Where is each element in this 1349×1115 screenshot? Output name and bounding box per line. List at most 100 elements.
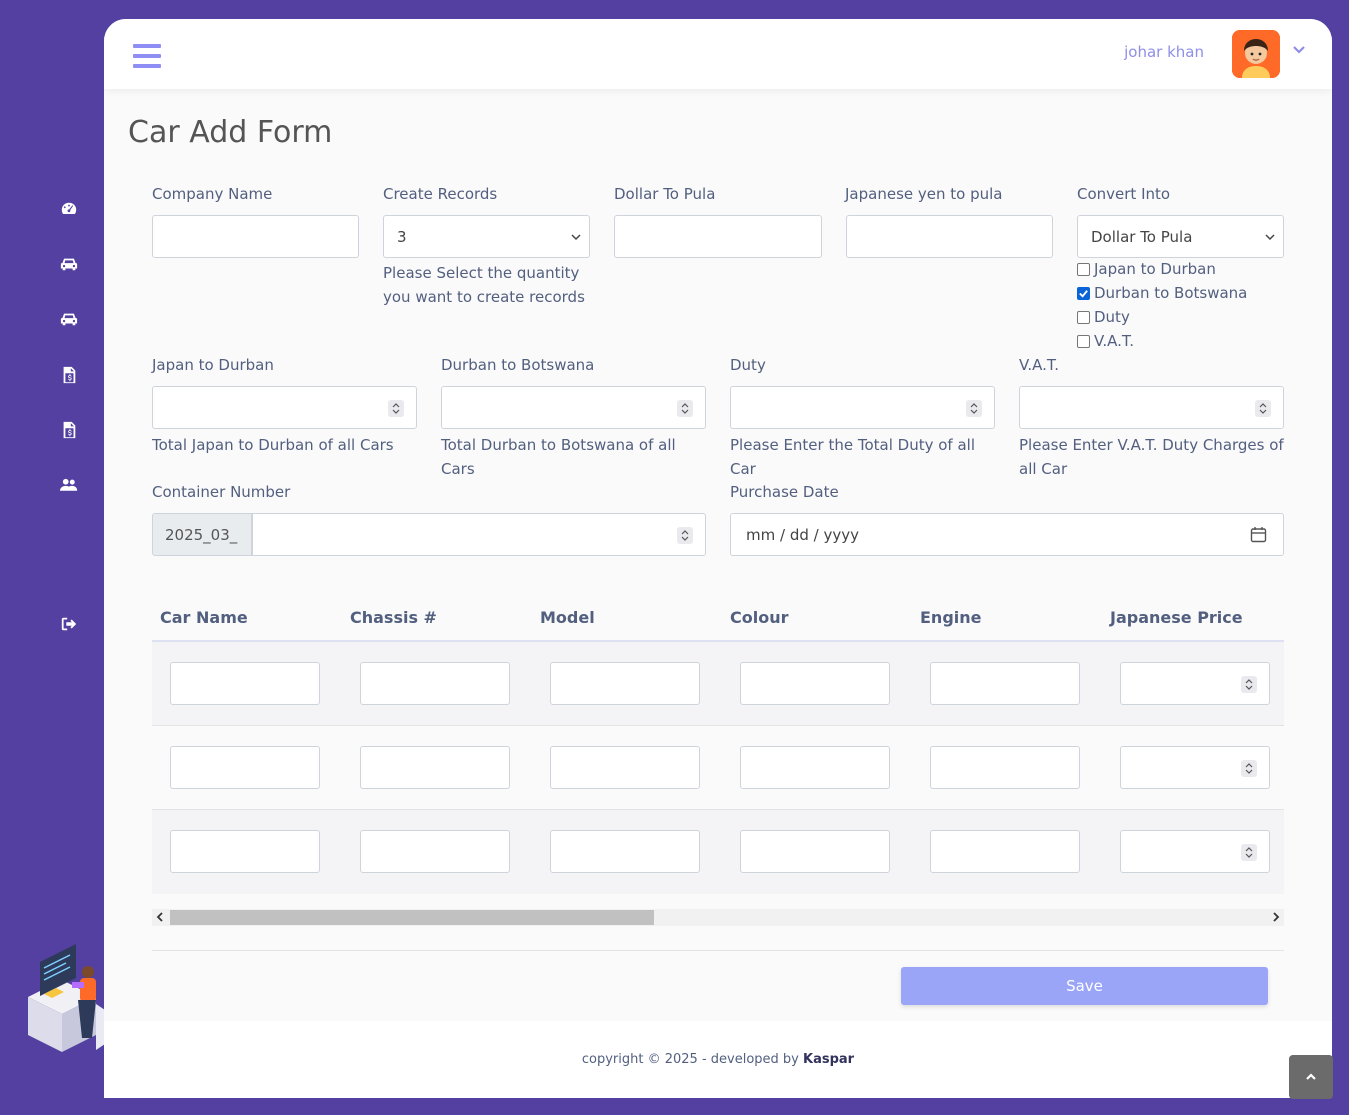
- create-records-help: Please Select the quantity you want to c…: [383, 264, 585, 306]
- developer-illustration: [28, 944, 108, 1052]
- japan-to-durban-input[interactable]: [152, 386, 417, 429]
- create-records-select[interactable]: 3: [383, 215, 590, 258]
- durban-to-botswana-input[interactable]: [441, 386, 706, 429]
- engine-input[interactable]: [930, 662, 1080, 705]
- durban-to-botswana-help: Total Durban to Botswana of all Cars: [441, 436, 676, 478]
- car-icon[interactable]: [58, 308, 80, 330]
- table-row: [152, 810, 1284, 894]
- create-records-label: Create Records: [383, 185, 498, 203]
- engine-input[interactable]: [930, 830, 1080, 873]
- car-name-input[interactable]: [170, 746, 320, 789]
- scroll-right-icon[interactable]: [1271, 912, 1281, 922]
- colour-input[interactable]: [740, 830, 890, 873]
- logout-icon[interactable]: [58, 613, 80, 635]
- durban-to-botswana-label: Durban to Botswana: [441, 356, 595, 374]
- yen-to-pula-input[interactable]: [846, 215, 1053, 258]
- checkbox-checked[interactable]: [1077, 286, 1090, 300]
- chassis-input[interactable]: [360, 662, 510, 705]
- save-button[interactable]: Save: [901, 967, 1268, 1005]
- scrollbar-thumb[interactable]: [170, 910, 654, 925]
- invoice-icon[interactable]: [58, 419, 80, 441]
- checkbox[interactable]: [1077, 310, 1090, 324]
- duty-input[interactable]: [730, 386, 995, 429]
- sidebar: [0, 0, 108, 1115]
- option-japan-to-durban[interactable]: Japan to Durban: [1077, 260, 1216, 278]
- calendar-icon[interactable]: [1250, 526, 1267, 543]
- car-name-input[interactable]: [170, 830, 320, 873]
- option-vat[interactable]: V.A.T.: [1077, 332, 1134, 350]
- spinner-icon[interactable]: [388, 400, 404, 417]
- footer: copyright © 2025 - developed by Kaspar: [104, 1021, 1332, 1098]
- chevron-down-icon: [1265, 234, 1275, 241]
- option-label: V.A.T.: [1094, 332, 1135, 350]
- column-engine: Engine: [920, 608, 982, 627]
- japanese-price-input[interactable]: [1120, 830, 1270, 873]
- japanese-price-input[interactable]: [1120, 662, 1270, 705]
- spinner-icon[interactable]: [677, 400, 693, 417]
- scroll-to-top-button[interactable]: [1289, 1055, 1333, 1099]
- purchase-date-label: Purchase Date: [730, 483, 839, 501]
- duty-help: Please Enter the Total Duty of all Car: [730, 436, 975, 478]
- copyright-text: copyright © 2025 - developed by Kaspar: [104, 1052, 1332, 1067]
- invoice-icon[interactable]: [58, 364, 80, 386]
- scroll-left-icon[interactable]: [155, 912, 165, 922]
- user-name[interactable]: johar khan: [1124, 43, 1204, 61]
- colour-input[interactable]: [740, 746, 890, 789]
- vat-input[interactable]: [1019, 386, 1284, 429]
- checkbox[interactable]: [1077, 262, 1090, 276]
- convert-into-label: Convert Into: [1077, 185, 1171, 203]
- column-colour: Colour: [730, 608, 789, 627]
- convert-into-select[interactable]: Dollar To Pula: [1077, 215, 1284, 258]
- brand-link[interactable]: Kaspar: [803, 1052, 854, 1067]
- option-duty[interactable]: Duty: [1077, 308, 1130, 326]
- company-name-input[interactable]: [152, 215, 359, 258]
- chassis-input[interactable]: [360, 830, 510, 873]
- main-panel: johar khan Car Add Form Company Name Cre…: [104, 19, 1332, 1098]
- option-label: Durban to Botswana: [1094, 284, 1248, 302]
- create-records-value: 3: [397, 228, 407, 246]
- option-label: Duty: [1094, 308, 1130, 326]
- column-car-name: Car Name: [160, 608, 248, 627]
- spinner-icon[interactable]: [677, 527, 693, 544]
- model-input[interactable]: [550, 662, 700, 705]
- vat-help: Please Enter V.A.T. Duty Charges of all …: [1019, 436, 1284, 478]
- engine-input[interactable]: [930, 746, 1080, 789]
- spinner-icon[interactable]: [1241, 844, 1257, 861]
- chevron-down-icon: [571, 234, 581, 241]
- dollar-to-pula-input[interactable]: [614, 215, 822, 258]
- japanese-price-input[interactable]: [1120, 746, 1270, 789]
- convert-into-value: Dollar To Pula: [1091, 228, 1193, 246]
- purchase-date-input[interactable]: mm / dd / yyyy: [730, 513, 1284, 556]
- chassis-input[interactable]: [360, 746, 510, 789]
- dollar-to-pula-label: Dollar To Pula: [614, 185, 716, 203]
- model-input[interactable]: [550, 746, 700, 789]
- spinner-icon[interactable]: [1241, 676, 1257, 693]
- japan-to-durban-help: Total Japan to Durban of all Cars: [152, 436, 394, 454]
- car-name-input[interactable]: [170, 662, 320, 705]
- users-icon[interactable]: [58, 474, 80, 496]
- top-navbar: johar khan: [104, 19, 1332, 89]
- vat-label: V.A.T.: [1019, 356, 1060, 374]
- checkbox[interactable]: [1077, 334, 1090, 348]
- divider: [152, 950, 1284, 951]
- model-input[interactable]: [550, 830, 700, 873]
- table-row: [152, 726, 1284, 810]
- chevron-up-icon: [1306, 1073, 1316, 1080]
- date-placeholder: mm / dd / yyyy: [746, 526, 859, 544]
- copyright-label: copyright © 2025 - developed by: [581, 1052, 799, 1067]
- spinner-icon[interactable]: [1255, 400, 1271, 417]
- column-chassis: Chassis #: [350, 608, 437, 627]
- chevron-down-icon[interactable]: [1292, 43, 1306, 57]
- dashboard-icon[interactable]: [58, 198, 80, 220]
- container-number-prefix: 2025_03_: [152, 513, 252, 556]
- colour-input[interactable]: [740, 662, 890, 705]
- spinner-icon[interactable]: [966, 400, 982, 417]
- car-icon[interactable]: [58, 253, 80, 275]
- menu-toggle-icon[interactable]: [133, 44, 161, 68]
- avatar[interactable]: [1232, 30, 1280, 78]
- option-durban-to-botswana[interactable]: Durban to Botswana: [1077, 284, 1247, 302]
- horizontal-scrollbar[interactable]: [152, 909, 1284, 926]
- container-number-input[interactable]: [252, 513, 706, 556]
- table-row: [152, 642, 1284, 726]
- spinner-icon[interactable]: [1241, 760, 1257, 777]
